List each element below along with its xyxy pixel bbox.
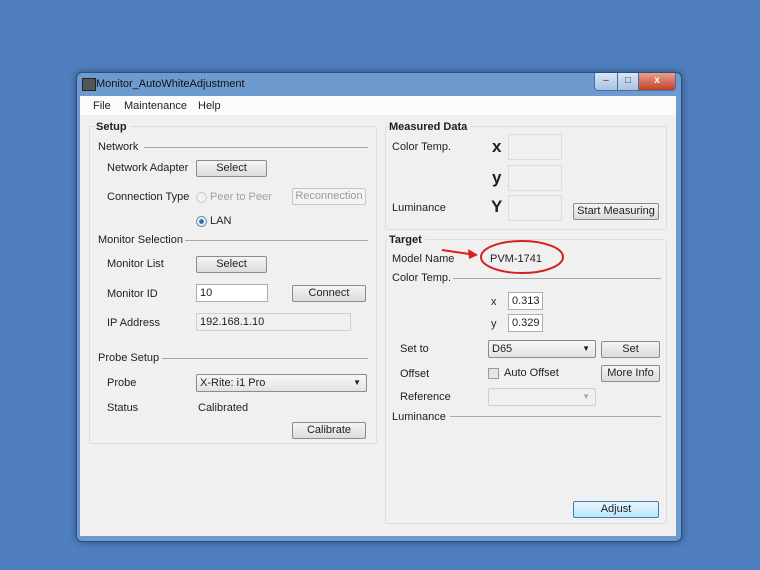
- chevron-down-icon: ▼: [582, 392, 590, 401]
- x-symbol: x: [492, 137, 502, 156]
- lan-radio[interactable]: [196, 216, 207, 227]
- set-to-value: D65: [492, 343, 513, 355]
- lan-label: LAN: [210, 215, 232, 227]
- target-color-temp-label: Color Temp.: [392, 272, 452, 284]
- target-y-label: y: [491, 318, 497, 330]
- ip-address-field: 192.168.1.10: [196, 313, 351, 331]
- set-to-label: Set to: [400, 343, 429, 355]
- auto-offset-label: Auto Offset: [504, 367, 559, 379]
- probe-setup-title: Probe Setup: [98, 352, 160, 364]
- luminance-label: Luminance: [392, 202, 446, 214]
- adjust-button[interactable]: Adjust: [573, 501, 659, 518]
- connect-button[interactable]: Connect: [292, 285, 366, 302]
- setup-title: Setup: [96, 121, 130, 133]
- target-title: Target: [389, 234, 425, 246]
- calibrate-button[interactable]: Calibrate: [292, 422, 366, 439]
- start-measuring-button[interactable]: Start Measuring: [573, 203, 659, 220]
- monitor-id-input[interactable]: 10: [196, 284, 268, 302]
- probe-select[interactable]: X-Rite: i1 Pro ▼: [196, 374, 367, 392]
- auto-offset-checkbox[interactable]: [488, 368, 499, 379]
- probe-label: Probe: [107, 377, 137, 389]
- divider: [453, 278, 661, 279]
- connection-type-label: Connection Type: [107, 191, 190, 203]
- reference-select[interactable]: ▼: [488, 388, 596, 406]
- menu-help[interactable]: Help: [198, 100, 221, 112]
- peer-radio[interactable]: [196, 192, 207, 203]
- reconnection-button[interactable]: Reconnection: [292, 188, 366, 205]
- minimize-button[interactable]: –: [594, 73, 618, 91]
- Y-symbol: Y: [491, 197, 503, 216]
- probe-value: X-Rite: i1 Pro: [200, 377, 266, 389]
- network-title: Network: [98, 141, 139, 153]
- close-button[interactable]: x: [638, 73, 676, 91]
- divider: [185, 240, 368, 241]
- measured-data-title: Measured Data: [389, 121, 471, 133]
- peer-label: Peer to Peer: [210, 191, 272, 203]
- target-luminance-label: Luminance: [392, 411, 446, 423]
- target-x-label: x: [491, 296, 497, 308]
- target-y-input[interactable]: 0.329: [508, 314, 543, 332]
- target-x-input[interactable]: 0.313: [508, 292, 543, 310]
- reference-label: Reference: [400, 391, 451, 403]
- maximize-button[interactable]: □: [617, 73, 639, 91]
- chevron-down-icon: ▼: [353, 378, 361, 387]
- measured-y-field: [508, 165, 562, 191]
- divider: [162, 358, 368, 359]
- set-button[interactable]: Set: [601, 341, 660, 358]
- monitor-list-select-button[interactable]: Select: [196, 256, 267, 273]
- y-symbol: y: [492, 168, 502, 187]
- more-info-button[interactable]: More Info: [601, 365, 660, 382]
- set-to-select[interactable]: D65 ▼: [488, 340, 596, 358]
- status-label: Status: [107, 402, 139, 414]
- divider: [450, 416, 661, 417]
- monitor-id-label: Monitor ID: [107, 288, 158, 300]
- offset-label: Offset: [400, 368, 430, 380]
- window-title: Monitor_AutoWhiteAdjustment: [96, 78, 245, 90]
- network-adapter-label: Network Adapter: [107, 162, 189, 174]
- measured-x-field: [508, 134, 562, 160]
- measured-color-temp-label: Color Temp.: [392, 141, 452, 153]
- app-icon: [82, 78, 96, 91]
- menu-maintenance[interactable]: Maintenance: [124, 100, 187, 112]
- status-value: Calibrated: [198, 402, 249, 414]
- measured-Y-field: [508, 195, 562, 221]
- ip-address-label: IP Address: [107, 317, 160, 329]
- network-adapter-select-button[interactable]: Select: [196, 160, 267, 177]
- menu-file[interactable]: File: [93, 100, 111, 112]
- monitor-list-label: Monitor List: [107, 258, 164, 270]
- chevron-down-icon: ▼: [582, 344, 590, 353]
- divider: [144, 147, 368, 148]
- annotation-highlight: [441, 240, 564, 274]
- monitor-selection-title: Monitor Selection: [98, 234, 183, 246]
